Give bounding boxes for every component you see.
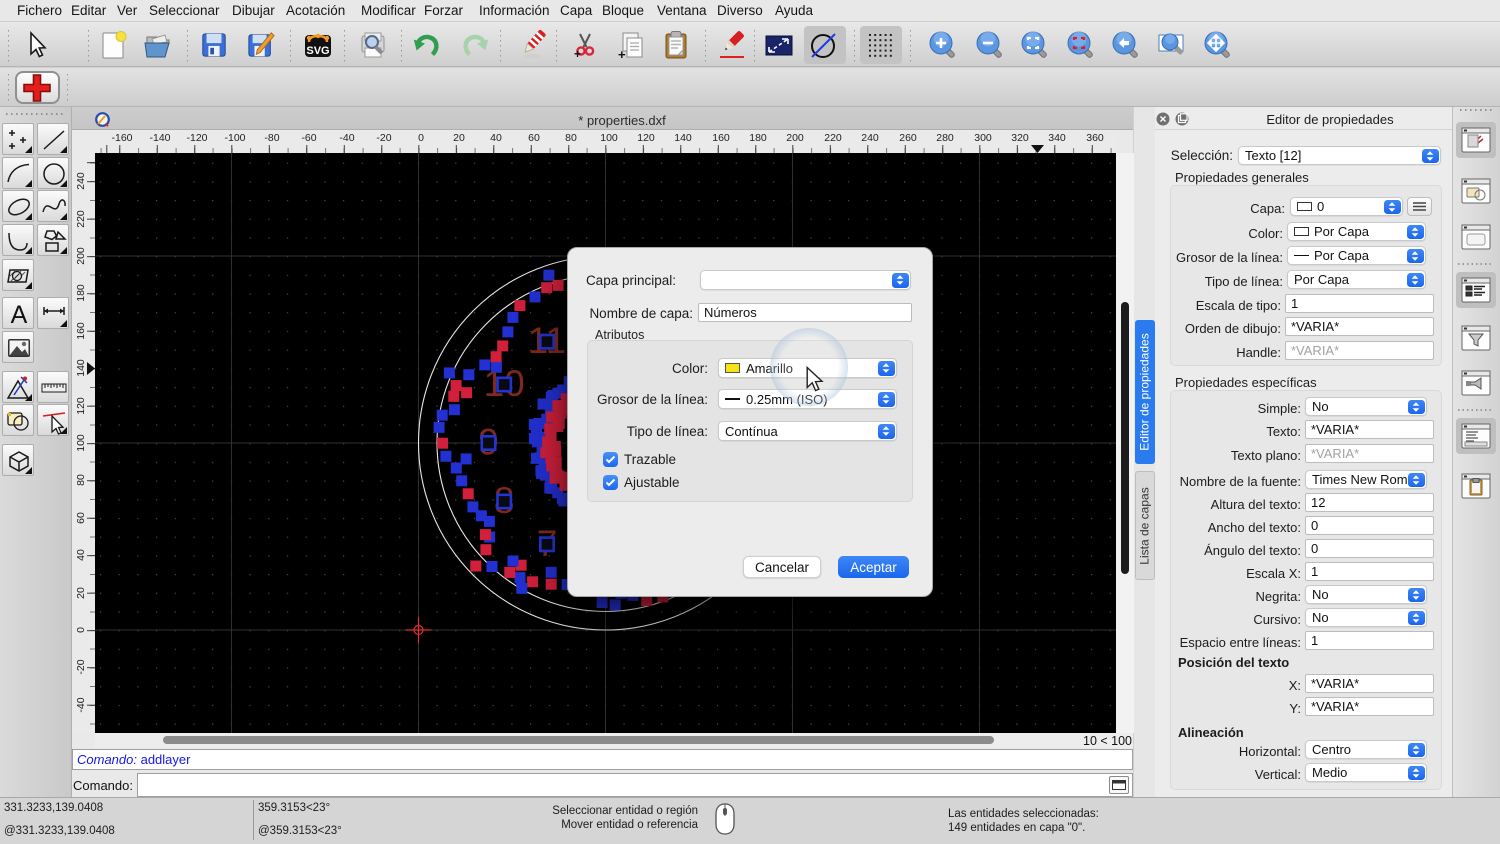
svg-text:SVG: SVG	[306, 45, 329, 57]
svg-text:A: A	[11, 301, 28, 329]
svg-text:+: +	[618, 47, 626, 60]
svg-text:+: +	[574, 47, 581, 60]
